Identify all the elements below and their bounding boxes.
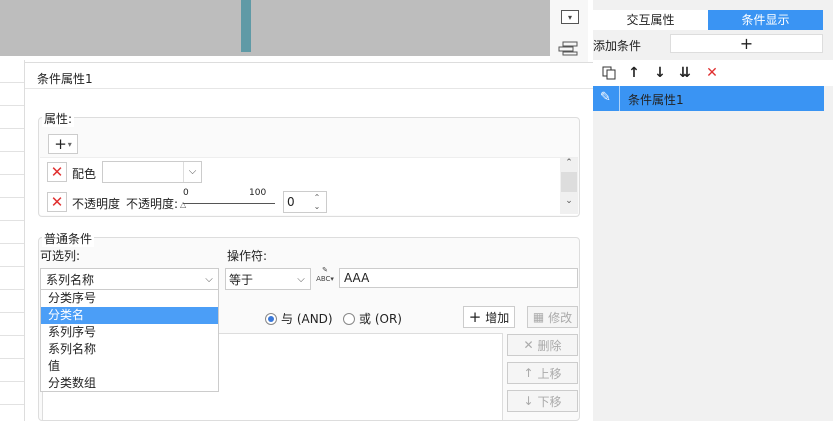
copy-icon[interactable]: [600, 64, 618, 82]
dropdown-option[interactable]: 分类数组: [41, 375, 218, 392]
operator-select[interactable]: 等于 ⌵: [225, 268, 311, 290]
delete-property-button[interactable]: ✕: [47, 192, 67, 212]
column-select[interactable]: 系列名称 ⌵: [40, 268, 219, 290]
plus-icon: +: [468, 308, 482, 326]
slider-track: [183, 203, 275, 204]
dropdown-box-icon[interactable]: ▾: [561, 10, 579, 24]
abc-type-icon[interactable]: ✎ ABC▾: [315, 266, 335, 288]
column-dropdown-list[interactable]: 分类序号 分类名 系列序号 系列名称 值 分类数组: [40, 289, 219, 392]
tab-interaction-properties[interactable]: 交互属性: [593, 10, 708, 30]
arrow-up-icon[interactable]: ↑: [625, 64, 643, 82]
stepper-arrows-icon[interactable]: ⌃ ⌄: [308, 193, 326, 211]
arrow-down-icon: ↓: [523, 394, 534, 408]
tab-condition-display[interactable]: 条件显示: [708, 10, 823, 30]
dropdown-option[interactable]: 系列序号: [41, 324, 218, 341]
sheet-row-strip: [0, 60, 25, 421]
condition-value-input[interactable]: AAA: [339, 268, 578, 288]
radio-checked-icon: [265, 312, 277, 325]
opacity-slider[interactable]: 0 100 △: [180, 188, 277, 212]
chevron-down-icon: ▾: [67, 139, 72, 149]
radio-unchecked-icon: [343, 312, 355, 325]
modify-button[interactable]: ▦ 修改: [527, 306, 578, 328]
operator-label: 操作符:: [227, 249, 268, 263]
scroll-down-icon[interactable]: ⌄: [560, 196, 578, 206]
add-condition-button[interactable]: +: [670, 34, 823, 53]
slider-min-label: 0: [183, 188, 189, 198]
condition-list-item-label: 条件属性1: [628, 93, 684, 107]
divider: [25, 88, 593, 89]
properties-scrollbar[interactable]: ⌃ ⌄: [560, 158, 578, 214]
canvas-preview-area: [0, 0, 550, 56]
dropdown-option-selected[interactable]: 分类名: [41, 307, 218, 324]
add-condition-label: 添加条件: [593, 39, 642, 53]
ordinary-conditions-label: 普通条件: [42, 230, 95, 247]
plus-icon: +: [54, 135, 67, 153]
color-scheme-select[interactable]: ⌵: [102, 161, 202, 183]
add-property-button[interactable]: + ▾: [48, 134, 78, 154]
right-panel-scrollbar[interactable]: [824, 86, 833, 421]
move-down-button[interactable]: ↓ 下移: [507, 390, 578, 412]
opacity-label: 不透明度:: [126, 197, 179, 211]
properties-label: 属性:: [42, 110, 75, 127]
move-up-button[interactable]: ↑ 上移: [507, 362, 578, 384]
dialog-title: 条件属性1: [37, 72, 93, 86]
scroll-up-icon[interactable]: ⌃: [560, 158, 578, 168]
radio-or[interactable]: 或 (OR): [343, 310, 402, 327]
column-label: 可选列:: [40, 249, 81, 263]
arrow-down-icon[interactable]: ↓: [651, 64, 669, 82]
close-icon[interactable]: ✕: [703, 64, 721, 82]
delete-property-button[interactable]: ✕: [47, 162, 67, 182]
scrollbar-thumb[interactable]: [561, 172, 577, 192]
slider-max-label: 100: [249, 188, 267, 198]
canvas-preview-bar: [241, 0, 251, 52]
divider: [619, 86, 620, 111]
add-condition-rule-button[interactable]: + 增加: [463, 306, 515, 328]
layers-icon[interactable]: [558, 40, 578, 56]
opacity-stepper[interactable]: 0 ⌃ ⌄: [283, 191, 327, 213]
pencil-icon[interactable]: ✎: [600, 90, 616, 106]
radio-and[interactable]: 与 (AND): [265, 310, 333, 327]
property-name: 配色: [72, 167, 97, 181]
dropdown-option[interactable]: 分类序号: [41, 290, 218, 307]
arrow-up-icon: ↑: [523, 366, 534, 380]
chevron-down-icon: ⌵: [297, 273, 305, 285]
edit-icon: ▦: [532, 310, 545, 324]
property-name: 不透明度: [72, 197, 121, 211]
slider-handle[interactable]: △: [180, 200, 186, 209]
dropdown-option[interactable]: 值: [41, 358, 218, 375]
delete-button[interactable]: ✕ 删除: [507, 334, 578, 356]
dropdown-option[interactable]: 系列名称: [41, 341, 218, 358]
chevron-down-icon: ⌵: [183, 162, 201, 182]
move-to-bottom-icon[interactable]: ⇊: [676, 64, 694, 82]
chevron-down-icon: ⌵: [205, 273, 213, 285]
close-icon: ✕: [523, 338, 534, 352]
